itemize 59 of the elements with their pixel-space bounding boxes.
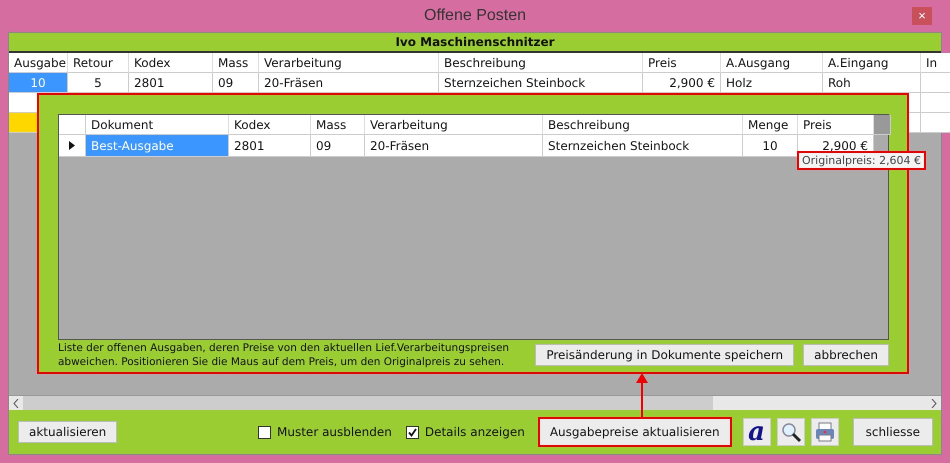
table-cell: 10: [9, 73, 68, 93]
column-header[interactable]: Preis: [643, 53, 721, 73]
header-title: Ivo Maschinenschnitzer: [395, 35, 555, 49]
table-cell: [921, 73, 950, 93]
table-cell: 10: [743, 135, 798, 157]
checkbox[interactable]: [258, 426, 272, 438]
table-cell: Holz: [721, 73, 823, 93]
table-cell: Best-Ausgabe: [86, 135, 229, 157]
table-cell: 09: [213, 73, 259, 93]
column-header[interactable]: Menge: [743, 115, 798, 135]
column-header[interactable]: Mass: [311, 115, 365, 135]
font-button[interactable]: a: [742, 418, 771, 446]
update-prices-button[interactable]: Ausgabepreise aktualisieren: [538, 418, 731, 446]
table-cell: 20-Fräsen: [365, 135, 543, 157]
scroll-left-icon[interactable]: [13, 398, 19, 408]
current-row-icon: [69, 141, 75, 150]
printer-icon: [814, 421, 836, 443]
column-header[interactable]: Beschreibung: [543, 115, 743, 135]
search-button[interactable]: [776, 418, 805, 446]
table-cell: Sternzeichen Steinbock: [543, 135, 743, 157]
scroll-strip: [874, 115, 891, 135]
cancel-button[interactable]: abbrechen: [803, 344, 889, 366]
column-header[interactable]: In: [921, 53, 950, 73]
column-header[interactable]: Beschreibung: [439, 53, 643, 73]
tooltip: Originalpreis: 2,604 €: [797, 151, 926, 170]
column-header[interactable]: Dokument: [86, 115, 229, 135]
table-cell: Sternzeichen Steinbock: [439, 73, 643, 93]
hint-text: Liste der offenen Ausgaben, deren Preise von den aktuellen Lief.Verarbeitungspreisen abweichen. Positionieren Sie die Maus auf dem Preis, um den Originalpreis zu sehen.: [58, 341, 510, 369]
horizontal-scrollbar[interactable]: [9, 395, 941, 410]
close-text-button[interactable]: schliesse: [852, 418, 933, 446]
column-header[interactable]: Verarbeitung: [365, 115, 543, 135]
column-header[interactable]: A.Ausgang: [721, 53, 823, 73]
table-cell: 2801: [129, 73, 213, 93]
column-header[interactable]: Kodex: [129, 53, 213, 73]
table-cell: [921, 93, 950, 113]
column-header[interactable]: A.Eingang: [823, 53, 921, 73]
column-header[interactable]: Ausgabe: [9, 53, 68, 73]
search-icon: [780, 421, 802, 443]
scroll-right-icon[interactable]: [931, 398, 937, 408]
table-cell: [921, 113, 950, 133]
close-button[interactable]: ×: [912, 7, 932, 25]
checkbox-label: Muster ausblenden: [277, 425, 392, 439]
column-header[interactable]: Mass: [213, 53, 259, 73]
column-header[interactable]: Verarbeitung: [259, 53, 439, 73]
save-button[interactable]: Preisänderung in Dokumente speichern: [535, 344, 794, 366]
table-cell: Roh: [823, 73, 921, 93]
window-title: Offene Posten: [424, 7, 526, 25]
table-cell: 20-Fräsen: [259, 73, 439, 93]
table-cell: 5: [68, 73, 129, 93]
table-cell: 2,900 €: [643, 73, 721, 93]
refresh-button[interactable]: aktualisieren: [18, 421, 118, 443]
column-header[interactable]: Preis: [798, 115, 874, 135]
checkbox-label: Details anzeigen: [424, 425, 525, 439]
print-button[interactable]: [810, 418, 839, 446]
column-header[interactable]: Retour: [68, 53, 129, 73]
checkbox[interactable]: [406, 426, 419, 438]
column-header[interactable]: Kodex: [229, 115, 311, 135]
table-cell: 2801: [229, 135, 311, 157]
table-cell: 09: [311, 135, 365, 157]
